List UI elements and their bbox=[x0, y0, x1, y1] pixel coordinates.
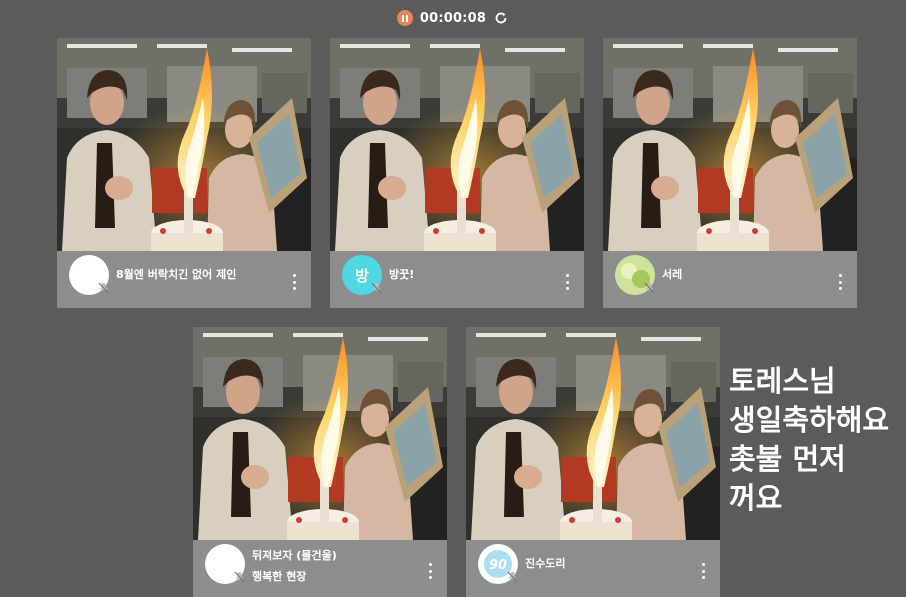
participant-status: 행복한 현장 bbox=[252, 570, 307, 583]
mic-off-icon bbox=[371, 282, 382, 294]
mic-off-icon bbox=[507, 571, 518, 583]
more-options-icon[interactable] bbox=[700, 563, 706, 579]
mic-off-icon bbox=[234, 571, 245, 583]
refresh-icon[interactable] bbox=[493, 10, 509, 26]
video-feed bbox=[603, 38, 857, 251]
participant-name: 8월엔 버락치긴 없어 제인 bbox=[116, 268, 237, 281]
mic-off-icon bbox=[98, 282, 109, 294]
recording-bar: 00:00:08 bbox=[0, 6, 906, 30]
participant-tile[interactable]: 8월엔 버락치긴 없어 제인 bbox=[57, 38, 311, 308]
participant-name: 방꿋! bbox=[389, 268, 415, 281]
pause-icon[interactable] bbox=[396, 10, 413, 26]
participant-tile[interactable]: 90 진수도리 bbox=[466, 327, 720, 597]
svg-text:90: 90 bbox=[489, 558, 507, 573]
more-options-icon[interactable] bbox=[291, 274, 297, 290]
participant-name: 진수도리 bbox=[525, 557, 566, 570]
more-options-icon[interactable] bbox=[564, 274, 570, 290]
overlay-message-line: 생일축하해요 bbox=[729, 403, 890, 437]
participant-tile[interactable]: 뒤져보자 (몰건울) 행복한 현장 bbox=[193, 327, 447, 597]
overlay-message: 토레스님 생일축하해요 촛불 먼저 꺼요 bbox=[729, 362, 906, 518]
video-feed bbox=[466, 327, 720, 540]
more-options-icon[interactable] bbox=[837, 274, 843, 290]
overlay-message-line: 촛불 먼저 bbox=[729, 442, 846, 476]
overlay-message-line: 꺼요 bbox=[729, 481, 783, 515]
participant-tile[interactable]: 방 방꿋! bbox=[330, 38, 584, 308]
video-feed bbox=[193, 327, 447, 540]
video-feed bbox=[330, 38, 584, 251]
participant-name: 서레 bbox=[662, 268, 683, 281]
overlay-message-line: 토레스님 bbox=[729, 364, 836, 398]
mic-off-icon bbox=[644, 282, 655, 294]
recording-timer: 00:00:08 bbox=[419, 10, 487, 26]
video-feed bbox=[57, 38, 311, 251]
participant-name: 뒤져보자 (몰건울) bbox=[252, 549, 337, 562]
more-options-icon[interactable] bbox=[427, 563, 433, 579]
participant-tile[interactable]: 서레 bbox=[603, 38, 857, 308]
